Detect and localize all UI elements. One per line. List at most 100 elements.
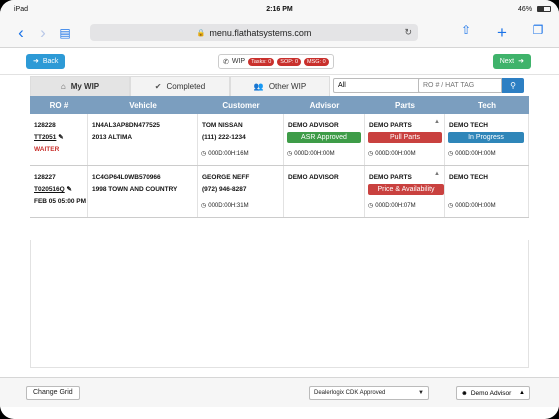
app-header: ➜ Back ✆ WIP Tasks: 0 SOP: 0 MSG: 0 Next… bbox=[0, 48, 559, 75]
clock-icon: ◷ bbox=[287, 151, 293, 157]
col-tech[interactable]: Tech bbox=[445, 96, 529, 114]
ios-status-bar: iPad 2:16 PM 46% bbox=[0, 0, 559, 18]
url-text: menu.flathatsystems.com bbox=[209, 27, 312, 38]
battery-indicator: 46% bbox=[518, 6, 551, 13]
clock-icon: ◷ bbox=[201, 203, 207, 209]
change-grid-button[interactable]: Change Grid bbox=[26, 385, 80, 400]
new-tab-plus-icon[interactable]: + bbox=[491, 24, 513, 41]
forward-chevron-icon[interactable]: › bbox=[32, 24, 54, 41]
tab-completed[interactable]: ✔ Completed bbox=[130, 76, 230, 96]
customer-timer: ◷ 000D:00H:31M bbox=[201, 203, 249, 209]
tech-name: DEMO TECH bbox=[449, 122, 488, 129]
arrow-left-icon: ➜ bbox=[33, 58, 39, 65]
caret-up-icon[interactable]: ▲ bbox=[434, 119, 440, 125]
col-customer[interactable]: Customer bbox=[198, 96, 284, 114]
wip-tabs: ⌂ My WIP ✔ Completed 👥 Other WIP All ▼ ⚲ bbox=[30, 76, 529, 96]
provider-selected: Dealerlogix CDK Approved bbox=[314, 390, 386, 396]
battery-percent: 46% bbox=[518, 5, 533, 13]
pencil-icon[interactable]: ✎ bbox=[67, 186, 72, 193]
parts-timer: ◷ 000D:00H:00M bbox=[368, 151, 416, 157]
vehicle-cell: 1C4GP64L0WB570966 1998 TOWN AND COUNTRY bbox=[88, 166, 198, 217]
parts-name: DEMO PARTS bbox=[369, 122, 412, 129]
ro-cell: 128228 TT2051 ✎ WAITER bbox=[30, 114, 88, 165]
device-label: iPad bbox=[14, 5, 29, 13]
table-row[interactable]: 128227 T020516Q ✎ FEB 05 05:00 PM 1C4GP6… bbox=[30, 166, 529, 218]
clock-icon: ◷ bbox=[448, 203, 454, 209]
back-button-label: Back bbox=[42, 57, 59, 65]
share-icon[interactable]: ⇧ bbox=[455, 24, 477, 41]
tab-my-wip[interactable]: ⌂ My WIP bbox=[30, 76, 130, 96]
user-menu[interactable]: ☻ Demo Advisor ▲ bbox=[456, 386, 530, 400]
col-parts[interactable]: Parts bbox=[365, 96, 445, 114]
parts-cell: DEMO PARTS ▲ Pull Parts ◷ 000D:00H:00M bbox=[365, 114, 445, 165]
tab-other-wip[interactable]: 👥 Other WIP bbox=[230, 76, 330, 96]
users-icon: 👥 bbox=[253, 82, 264, 91]
advisor-status-button[interactable]: ASR Approved bbox=[287, 132, 361, 143]
sop-badge[interactable]: SOP: 0 bbox=[277, 57, 302, 66]
hat-tag[interactable]: TT2051 ✎ bbox=[34, 132, 83, 144]
tabs-overview-icon[interactable]: ❐ bbox=[527, 24, 549, 41]
parts-timer: ◷ 000D:00H:07M bbox=[368, 203, 416, 209]
customer-phone: (111) 222-1234 bbox=[202, 134, 246, 141]
tasks-badge[interactable]: Tasks: 0 bbox=[248, 57, 275, 66]
reload-icon[interactable]: ↻ bbox=[404, 27, 412, 38]
clock-icon: ◷ bbox=[368, 203, 374, 209]
customer-cell: TOM NISSAN (111) 222-1234 ◷ 000D:00H:16M bbox=[198, 114, 284, 165]
advisor-timer: ◷ 000D:00H:00M bbox=[287, 151, 335, 157]
tab-label: Other WIP bbox=[268, 82, 307, 91]
app-footer: Change Grid Dealerlogix CDK Approved ▼ ☻… bbox=[0, 377, 559, 407]
table-row[interactable]: 128228 TT2051 ✎ WAITER 1N4AL3AP8DN477525… bbox=[30, 114, 529, 166]
back-chevron-icon[interactable]: ‹ bbox=[10, 24, 32, 41]
check-circle-icon: ✔ bbox=[154, 82, 162, 91]
customer-name: GEORGE NEFF bbox=[202, 174, 250, 181]
table-header: RO # Vehicle Customer Advisor Parts Tech bbox=[30, 96, 529, 114]
ro-search-input[interactable] bbox=[418, 78, 502, 93]
customer-phone: (972) 946-8287 bbox=[202, 186, 247, 193]
ipad-screen: iPad 2:16 PM 46% ‹ › ▤ 🔒 menu.flathatsys… bbox=[0, 0, 559, 419]
bookmarks-book-icon[interactable]: ▤ bbox=[54, 27, 76, 39]
next-button-label: Next bbox=[499, 57, 515, 65]
battery-icon bbox=[537, 5, 551, 12]
tech-timer: ◷ 000D:00H:00M bbox=[448, 203, 496, 209]
tech-cell: DEMO TECH ◷ 000D:00H:00M bbox=[445, 166, 529, 217]
advisor-cell: DEMO ADVISOR ASR Approved ◷ 000D:00H:00M bbox=[284, 114, 365, 165]
col-advisor[interactable]: Advisor bbox=[284, 96, 365, 114]
wip-summary[interactable]: ✆ WIP Tasks: 0 SOP: 0 MSG: 0 bbox=[218, 54, 334, 69]
ro-number[interactable]: 128228 bbox=[34, 120, 83, 132]
parts-status-button[interactable]: Price & Availability bbox=[368, 184, 444, 195]
table-empty-area bbox=[30, 240, 529, 368]
col-vehicle[interactable]: Vehicle bbox=[88, 96, 198, 114]
caret-up-icon[interactable]: ▲ bbox=[434, 171, 440, 177]
col-ro[interactable]: RO # bbox=[30, 96, 88, 114]
clock-icon: ◷ bbox=[368, 151, 374, 157]
advisor-name: DEMO ADVISOR bbox=[288, 122, 339, 129]
ro-cell: 128227 T020516Q ✎ FEB 05 05:00 PM bbox=[30, 166, 88, 217]
caret-up-icon: ▲ bbox=[519, 390, 525, 396]
address-bar[interactable]: 🔒 menu.flathatsystems.com ↻ bbox=[90, 24, 418, 41]
pencil-icon[interactable]: ✎ bbox=[58, 134, 63, 141]
search-icon: ⚲ bbox=[510, 81, 516, 90]
hat-tag[interactable]: T020516Q ✎ bbox=[34, 184, 83, 196]
vin: 1C4GP64L0WB570966 bbox=[92, 174, 161, 181]
user-icon: ☻ bbox=[461, 389, 468, 397]
filter-selected: All bbox=[338, 82, 346, 89]
tech-timer: ◷ 000D:00H:00M bbox=[448, 151, 496, 157]
back-button[interactable]: ➜ Back bbox=[26, 53, 66, 69]
arrow-right-icon: ➜ bbox=[518, 58, 524, 65]
parts-status-button[interactable]: Pull Parts bbox=[368, 132, 442, 143]
provider-select[interactable]: Dealerlogix CDK Approved ▼ bbox=[309, 386, 429, 400]
tech-status-button[interactable]: In Progress bbox=[448, 132, 524, 143]
next-button[interactable]: Next ➜ bbox=[492, 53, 531, 69]
vehicle-name: 2013 ALTIMA bbox=[92, 134, 133, 141]
tech-name: DEMO TECH bbox=[449, 174, 488, 181]
customer-timer: ◷ 000D:00H:16M bbox=[201, 151, 249, 157]
ro-note: FEB 05 05:00 PM bbox=[34, 198, 87, 205]
ro-number[interactable]: 128227 bbox=[34, 172, 83, 184]
search-button[interactable]: ⚲ bbox=[502, 78, 524, 93]
caret-down-icon: ▼ bbox=[418, 390, 424, 396]
clock-icon: ◷ bbox=[201, 151, 207, 157]
status-time: 2:16 PM bbox=[266, 5, 293, 13]
msg-badge[interactable]: MSG: 0 bbox=[304, 57, 329, 66]
advisor-name: DEMO ADVISOR bbox=[288, 174, 339, 181]
wip-table: RO # Vehicle Customer Advisor Parts Tech… bbox=[30, 96, 529, 218]
